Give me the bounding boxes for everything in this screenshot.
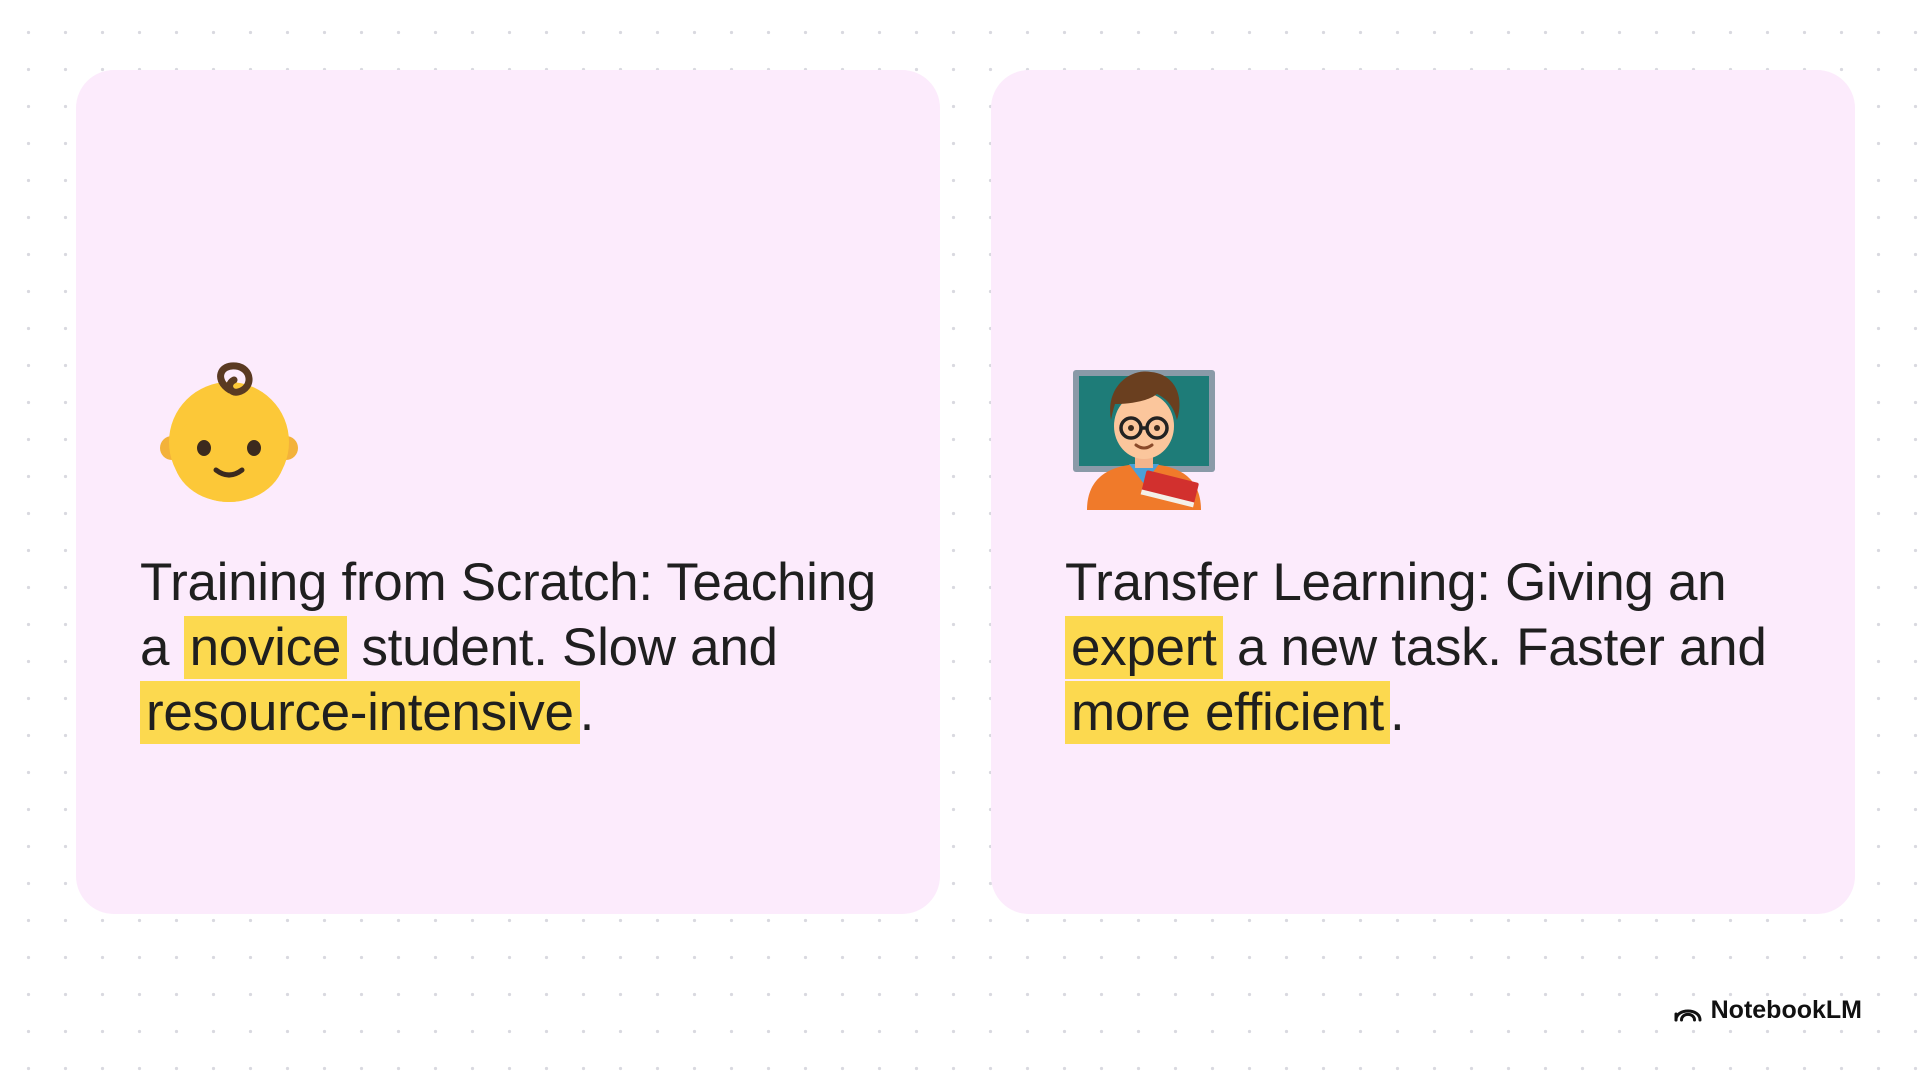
notebooklm-logo-icon bbox=[1674, 1009, 1702, 1021]
text-segment: Transfer Learning: Giving an bbox=[1065, 553, 1727, 612]
brand-name: NotebookLM bbox=[1710, 996, 1862, 1024]
baby-face-icon bbox=[160, 362, 298, 502]
card-transfer-learning: Transfer Learning: Giving an expert a ne… bbox=[991, 70, 1855, 914]
highlight-expert: expert bbox=[1065, 616, 1223, 679]
card-training-from-scratch: Training from Scratch: Teaching a novice… bbox=[76, 70, 940, 914]
card-description: Transfer Learning: Giving an expert a ne… bbox=[1065, 550, 1825, 745]
text-segment: student. Slow and bbox=[347, 618, 778, 677]
text-segment: a new task. Faster and bbox=[1222, 618, 1767, 677]
highlight-more-efficient: more efficient bbox=[1065, 681, 1390, 744]
text-segment: . bbox=[579, 683, 595, 742]
highlight-resource-intensive: resource-intensive bbox=[140, 681, 580, 744]
card-description: Training from Scratch: Teaching a novice… bbox=[140, 550, 900, 745]
text-segment: . bbox=[1389, 683, 1405, 742]
teacher-icon bbox=[1073, 370, 1215, 510]
highlight-novice: novice bbox=[183, 616, 348, 679]
notebooklm-watermark: NotebookLM bbox=[1673, 996, 1862, 1025]
